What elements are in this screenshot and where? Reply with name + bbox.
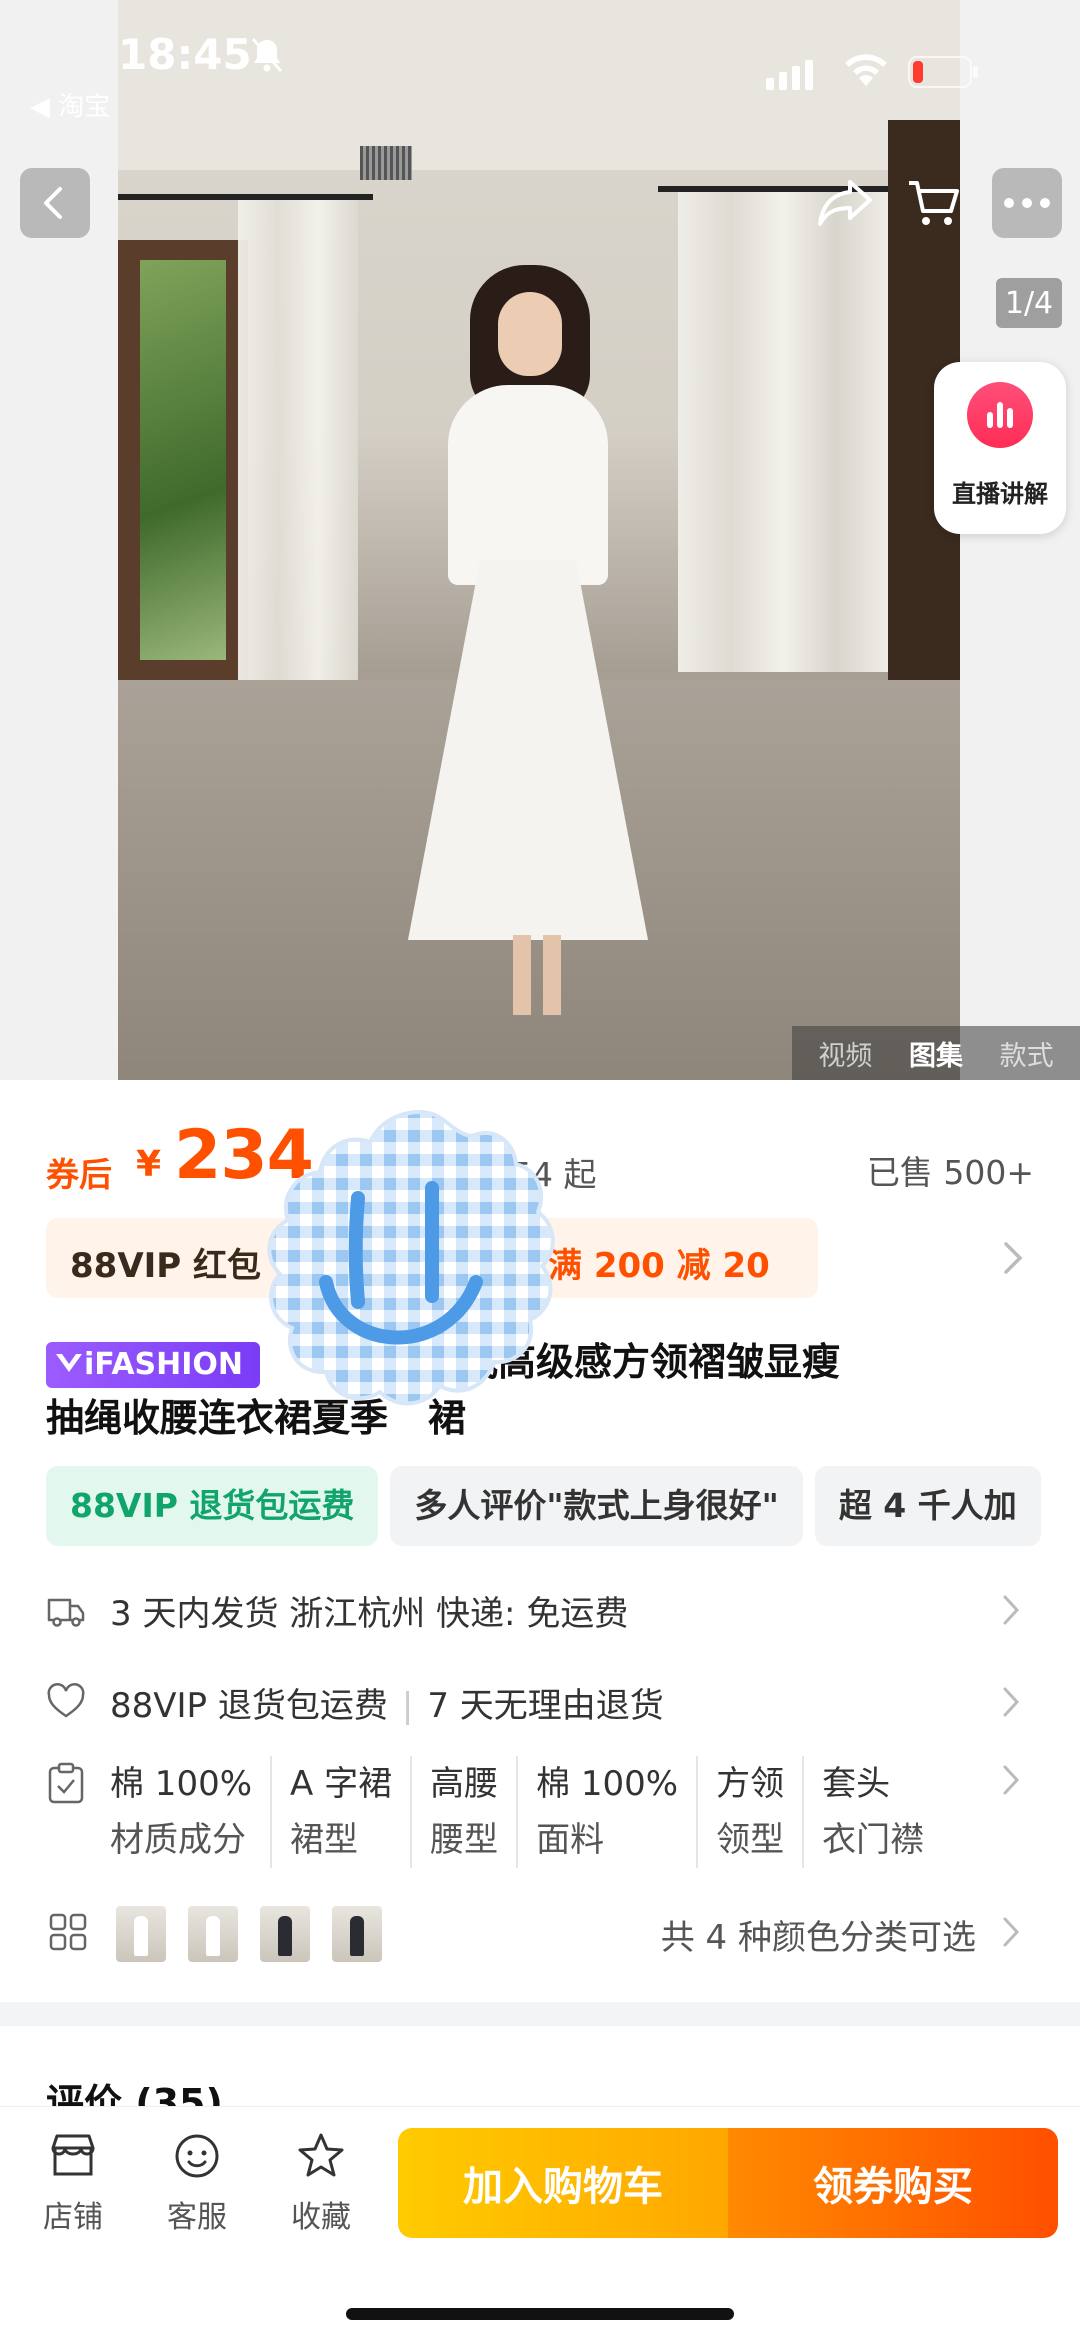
- tag-review-summary[interactable]: 多人评价"款式上身很好": [390, 1466, 803, 1546]
- photo-curtain-left: [238, 200, 358, 680]
- tag-buyers-count[interactable]: 超 4 千人加: [814, 1466, 1041, 1546]
- photo-model-leg: [513, 935, 531, 1015]
- ifashion-badge: iFASHION: [46, 1341, 260, 1388]
- battery-icon: [908, 56, 978, 88]
- attribute-fabric: 棉 100% 面料: [518, 1756, 699, 1868]
- ifashion-logo-icon: [56, 1353, 82, 1372]
- attribute-waist: 高腰 腰型: [412, 1756, 519, 1868]
- tab-style[interactable]: 款式: [1000, 1034, 1054, 1073]
- sold-count: 已售 500+: [866, 1153, 1034, 1192]
- share-icon: [818, 180, 872, 226]
- photo-vent: [360, 146, 412, 180]
- status-time: 18:45: [118, 30, 252, 79]
- shipping-row[interactable]: 3 天内发货 浙江杭州 快递: 免运费: [46, 1578, 1036, 1638]
- attribute-value: 高腰: [430, 1764, 499, 1804]
- shipping-text: 3 天内发货 浙江杭州 快递: 免运费: [110, 1594, 629, 1634]
- attribute-placket: 套头 衣门襟: [804, 1756, 942, 1868]
- chevron-right-icon[interactable]: [1000, 1592, 1022, 1628]
- attribute-key: 材质成分: [110, 1820, 246, 1860]
- coupon-buy-button[interactable]: 领券购买: [728, 2128, 1058, 2238]
- tab-video[interactable]: 视频: [818, 1034, 872, 1073]
- color-swatch-white[interactable]: [116, 1906, 166, 1962]
- color-swatches[interactable]: [116, 1906, 382, 1962]
- chevron-left-icon: [44, 187, 62, 219]
- clipboard-icon: [48, 1762, 84, 1804]
- image-counter: 1/4: [996, 278, 1062, 328]
- product-photo[interactable]: [118, 0, 960, 1080]
- highlight-tags: 88VIP 退货包运费 多人评价"款式上身很好" 超 4 千人加: [46, 1466, 1053, 1546]
- returns-row[interactable]: 88VIP 退货包运费 | 7 天无理由退货: [46, 1670, 1036, 1730]
- grid-variants-icon: [49, 1913, 87, 1951]
- attribute-value: 方领: [716, 1764, 785, 1804]
- photo-curtain-right: [678, 192, 888, 672]
- attribute-value: 棉 100%: [110, 1764, 253, 1804]
- mute-bell-icon: [251, 38, 283, 72]
- cart-icon: [909, 181, 959, 225]
- attribute-value: 套头: [822, 1764, 891, 1804]
- attribute-key: 领型: [716, 1820, 785, 1860]
- favorite-label: 收藏: [291, 2200, 351, 2235]
- store-icon: [51, 2134, 95, 2176]
- truck-icon: [47, 1598, 85, 1627]
- returns-text: 88VIP 退货包运费 | 7 天无理由退货: [110, 1686, 664, 1726]
- color-count-text[interactable]: 共 4 种颜色分类可选: [661, 1910, 976, 1959]
- live-explain-button[interactable]: 直播讲解: [934, 362, 1066, 534]
- live-label: 直播讲解: [952, 480, 1048, 508]
- attribute-key: 腰型: [430, 1820, 499, 1860]
- attribute-collar: 方领 领型: [698, 1756, 805, 1868]
- more-dots-icon: [1004, 198, 1050, 208]
- live-bars-icon: [967, 382, 1033, 448]
- photo-dress-skirt: [408, 560, 648, 940]
- chat-smile-icon: [175, 2134, 219, 2178]
- photo-model-leg: [543, 935, 561, 1015]
- favorite-button[interactable]: 收藏: [276, 2130, 366, 2236]
- back-to-app-link[interactable]: ◀ 淘宝: [30, 86, 110, 123]
- smiley-sticker-icon: [267, 1109, 555, 1406]
- star-icon: [298, 2133, 344, 2177]
- returns-seven-day: 7 天无理由退货: [427, 1686, 664, 1726]
- signal-icon: [766, 60, 813, 90]
- wifi-icon: [845, 54, 887, 86]
- photo-door: [118, 240, 248, 680]
- attribute-skirt-type: A 字裙裙型: [272, 1756, 413, 1868]
- product-attributes[interactable]: 棉 100% 材质成分 A 字裙裙型 高腰腰型 棉 100% 面料 方领领型 套头衣…: [110, 1756, 942, 1868]
- ifashion-badge-text: iFASHION: [84, 1346, 244, 1382]
- chevron-right-icon[interactable]: [1000, 1762, 1022, 1798]
- vip-redpacket-label: 88VIP 红包: [70, 1246, 262, 1286]
- color-swatch-dark-2[interactable]: [332, 1906, 382, 1962]
- attribute-value: 棉 100%: [536, 1764, 679, 1804]
- section-divider: [0, 2002, 1080, 2026]
- tab-gallery[interactable]: 图集: [909, 1034, 963, 1073]
- service-label: 客服: [167, 2200, 227, 2235]
- product-gallery[interactable]: 18:45 ◀ 淘宝 1/4 直播讲解 视频 图集 款式: [0, 0, 1080, 1080]
- home-indicator[interactable]: [346, 2308, 734, 2320]
- status-bar: 18:45 ◀ 淘宝: [0, 0, 1080, 122]
- color-swatch-dark[interactable]: [260, 1906, 310, 1962]
- customer-service-button[interactable]: 客服: [152, 2130, 242, 2236]
- attribute-key: 裙型: [290, 1820, 359, 1860]
- more-button[interactable]: [992, 168, 1062, 238]
- heart-shield-icon: [47, 1683, 85, 1718]
- attribute-material: 棉 100% 材质成分: [110, 1756, 273, 1868]
- color-swatch-white-2[interactable]: [188, 1906, 238, 1962]
- currency-symbol: ¥: [136, 1144, 162, 1185]
- coupon-after-label: 券后: [46, 1155, 112, 1194]
- returns-vip: 88VIP 退货包运费: [110, 1686, 388, 1726]
- chevron-right-icon[interactable]: [1000, 1238, 1026, 1278]
- add-to-cart-button[interactable]: 加入购物车: [398, 2128, 728, 2238]
- shop-label: 店铺: [43, 2200, 103, 2235]
- back-button[interactable]: [20, 168, 90, 238]
- attribute-key: 衣门襟: [822, 1820, 925, 1860]
- attribute-key: 面料: [536, 1820, 605, 1860]
- cart-button[interactable]: [898, 168, 968, 238]
- chevron-right-icon[interactable]: [1000, 1914, 1022, 1950]
- chevron-right-icon[interactable]: [1000, 1684, 1022, 1720]
- tag-vip-return[interactable]: 88VIP 退货包运费: [46, 1466, 379, 1546]
- photo-model-face: [498, 292, 562, 376]
- photo-dress-bodice: [448, 385, 608, 585]
- shop-button[interactable]: 店铺: [28, 2130, 118, 2236]
- share-button[interactable]: [810, 168, 880, 238]
- media-tabs: 视频 图集 款式: [792, 1026, 1080, 1080]
- attribute-value: A 字裙: [290, 1764, 393, 1804]
